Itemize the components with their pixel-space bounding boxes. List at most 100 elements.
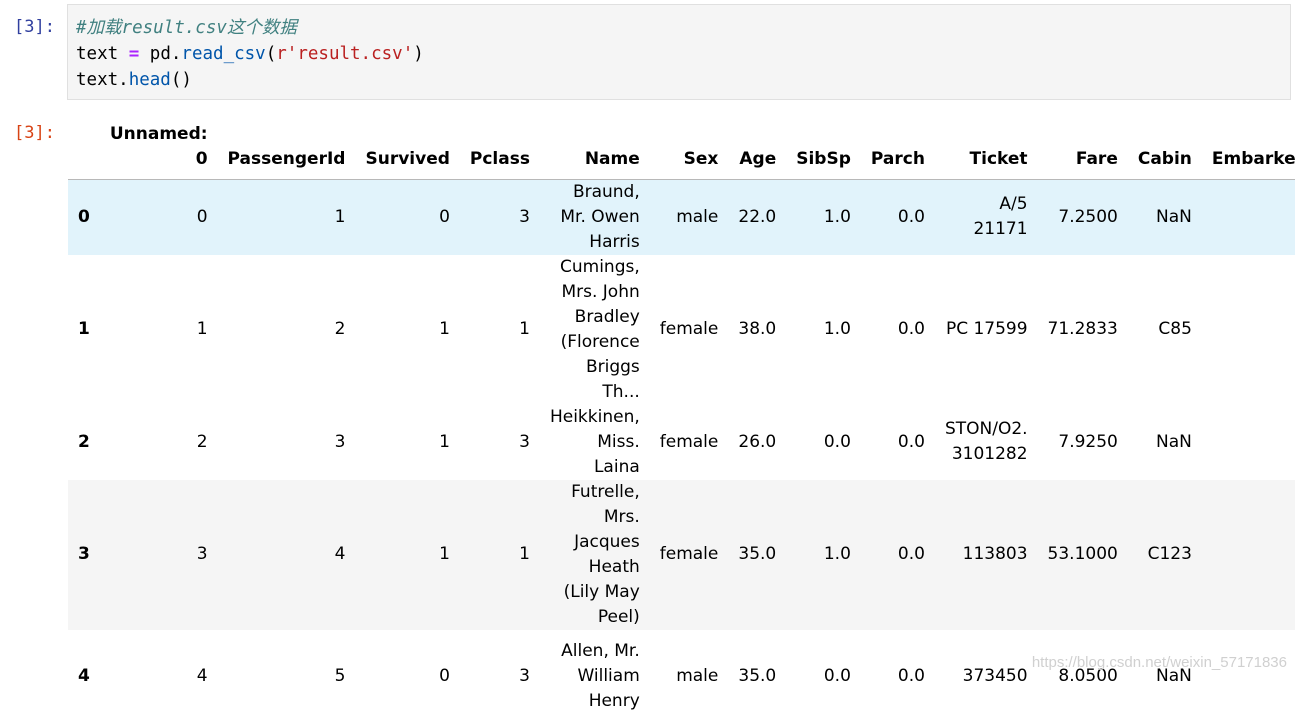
- table-cell: 5: [334, 665, 346, 686]
- table-cell: STON/O2. 3101282: [944, 419, 1028, 464]
- row-index: 4: [78, 665, 90, 686]
- table-cell: S: [1202, 630, 1295, 723]
- column-header: Sex: [649, 120, 729, 180]
- table-cell: 3: [196, 544, 208, 564]
- row-index: 2: [78, 431, 90, 452]
- table-cell: PC 17599: [945, 319, 1028, 339]
- table-cell: 0.0: [897, 319, 925, 339]
- table-cell: 1.0: [823, 544, 851, 564]
- table-cell: 0.0: [897, 544, 925, 564]
- table-cell: 3: [519, 206, 530, 227]
- code-editor[interactable]: #加载result.csv这个数据 text = pd.read_csv(r'r…: [76, 15, 424, 93]
- table-cell: female: [659, 544, 719, 564]
- code-paren-open: (: [265, 44, 277, 64]
- row-index: 3: [78, 544, 90, 564]
- table-row: 3 3 4 1 1 Futrelle, Mrs. Jacques Heath (…: [68, 479, 1295, 630]
- table-row: 0 0 1 0 3 Braund, Mr. Owen Harris male 2…: [68, 179, 1295, 255]
- table-cell: 3: [334, 431, 346, 452]
- table-cell: C85: [1158, 319, 1192, 339]
- table-cell: 3: [519, 665, 530, 686]
- column-header: Parch: [860, 120, 935, 180]
- table-row: 2 2 3 1 3 Heikkinen, Miss. Laina female …: [68, 405, 1295, 480]
- code-assign-op: =: [128, 44, 140, 64]
- table-cell: 1: [439, 431, 450, 452]
- table-cell: 8.0500: [1058, 665, 1118, 686]
- table-header-row: Unnamed: 0 PassengerId Survived Pclass Na…: [68, 120, 1295, 180]
- output-prompt: [3]:: [14, 123, 55, 143]
- table-cell: 0: [439, 206, 450, 227]
- table-cell: 0.0: [823, 665, 851, 686]
- index-header: [68, 120, 100, 180]
- table-cell: 1: [519, 544, 530, 564]
- code-func-head: head: [128, 70, 171, 90]
- table-cell: Braund, Mr. Owen Harris: [560, 181, 640, 252]
- table-cell: 2: [334, 319, 346, 339]
- column-header: Unnamed: 0: [99, 120, 218, 180]
- table-cell: 1: [439, 319, 450, 339]
- table-cell: 7.2500: [1058, 206, 1118, 227]
- table-cell: 1: [439, 544, 450, 564]
- table-cell: 35.0: [738, 665, 777, 686]
- table-cell: Allen, Mr. William Henry: [561, 640, 640, 711]
- dataframe-table: Unnamed: 0 PassengerId Survived Pclass Na…: [68, 120, 1295, 723]
- table-cell: 38.0: [738, 319, 777, 339]
- table-cell: 0.0: [823, 431, 851, 452]
- table-cell: 0.0: [897, 431, 925, 452]
- table-cell: 0: [439, 665, 450, 686]
- column-header: Embarked: [1201, 120, 1295, 180]
- row-index: 0: [78, 206, 90, 227]
- table-cell: S: [1202, 405, 1295, 480]
- table-cell: 35.0: [738, 544, 777, 564]
- input-prompt: [3]:: [14, 17, 55, 37]
- code-var: text: [76, 44, 119, 64]
- column-header: SibSp: [786, 120, 861, 180]
- table-cell: 53.1000: [1047, 544, 1118, 564]
- table-cell: 373450: [962, 665, 1028, 686]
- row-index: 1: [78, 319, 90, 339]
- table-cell: 71.2833: [1047, 319, 1118, 339]
- table-cell: 3: [519, 431, 530, 452]
- table-cell: female: [659, 431, 719, 452]
- code-cell[interactable]: #加载result.csv这个数据 text = pd.read_csv(r'r…: [67, 4, 1291, 100]
- table-cell: NaN: [1156, 431, 1192, 452]
- table-cell: 1.0: [823, 206, 851, 227]
- table-cell: 0: [196, 206, 208, 227]
- table-cell: S: [1202, 179, 1295, 255]
- table-cell: 1: [196, 319, 208, 339]
- watermark: https://blog.csdn.net/weixin_57171836: [1031, 654, 1287, 671]
- code-string: r'result.csv': [276, 44, 414, 64]
- table-cell: C123: [1147, 544, 1192, 564]
- table-cell: 4: [334, 544, 346, 564]
- table-cell: 2: [196, 431, 208, 452]
- table-cell: 113803: [962, 544, 1028, 564]
- code-comment: #加载result.csv这个数据: [76, 18, 297, 38]
- table-cell: 26.0: [738, 431, 777, 452]
- code-module: pd: [149, 44, 171, 64]
- table-row: 1 1 2 1 1 Cumings, Mrs. John Bradley (Fl…: [68, 255, 1295, 405]
- code-var-2: text: [76, 70, 119, 90]
- table-cell: 0.0: [897, 206, 925, 227]
- table-cell: 1.0: [823, 319, 851, 339]
- table-row: 4 4 5 0 3 Allen, Mr. William Henry male …: [68, 630, 1295, 723]
- code-paren-close: ): [413, 44, 424, 64]
- column-header: Age: [728, 120, 787, 180]
- table-cell: C: [1202, 255, 1295, 405]
- table-cell: female: [659, 319, 719, 339]
- column-header: Ticket: [934, 120, 1038, 180]
- column-header: Survived: [355, 120, 460, 180]
- code-parens: (): [170, 70, 192, 90]
- table-cell: male: [676, 665, 719, 686]
- table-cell: 22.0: [738, 206, 777, 227]
- column-header: Cabin: [1127, 120, 1202, 180]
- table-cell: S: [1202, 480, 1295, 630]
- table-cell: Futrelle, Mrs. Jacques Heath (Lily May P…: [563, 481, 640, 627]
- table-cell: 7.9250: [1058, 431, 1118, 452]
- table-cell: 1: [334, 206, 346, 227]
- table-cell: A/5 21171: [973, 194, 1028, 239]
- table-cell: NaN: [1156, 665, 1192, 686]
- column-header: Pclass: [459, 120, 540, 180]
- table-cell: Cumings, Mrs. John Bradley (Florence Bri…: [560, 256, 640, 402]
- table-cell: NaN: [1156, 206, 1192, 227]
- table-cell: Heikkinen, Miss. Laina: [549, 406, 640, 477]
- column-header: Name: [539, 120, 650, 180]
